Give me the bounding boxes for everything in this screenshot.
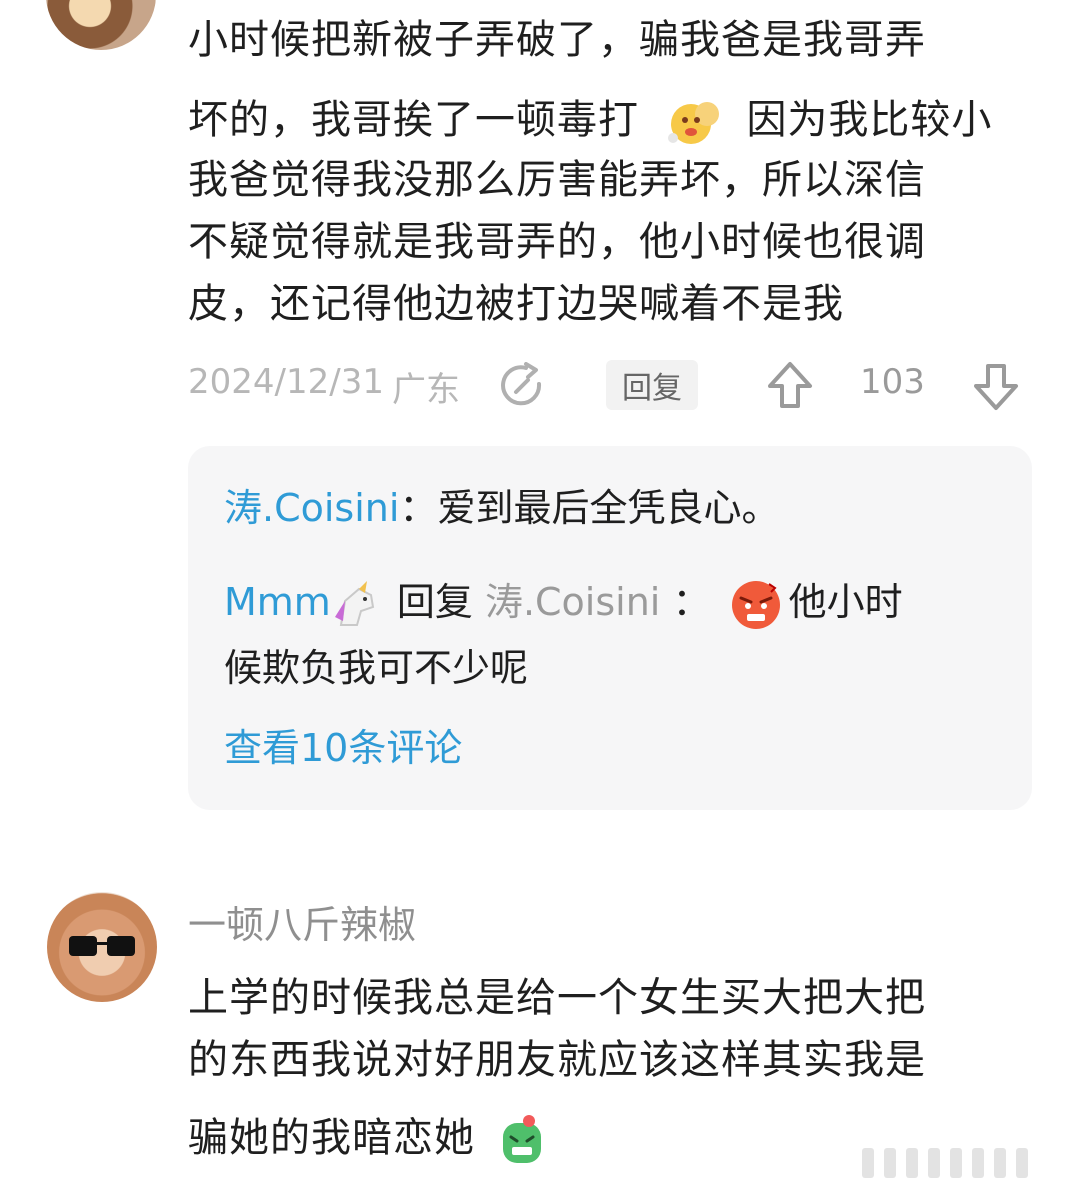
comment-text-line: 皮，还记得他边被打边哭喊着不是我 (188, 281, 844, 327)
like-count: 103 (860, 362, 925, 402)
cactus-emoji-icon (495, 1113, 549, 1167)
comment-text-line: 小时候把新被子弄破了，骗我爸是我哥弄 (188, 17, 926, 63)
comment-text-line: 骗她的我暗恋她 (188, 1108, 549, 1168)
comment-text-segment: 因为我比较小 (746, 97, 993, 143)
reply-text: 爱到最后全凭良心。 (437, 486, 780, 530)
comment-text-segment: 坏的，我哥挨了一顿毒打 (188, 97, 639, 143)
comment-text-line: 不疑觉得就是我哥弄的，他小时候也很调 (188, 219, 926, 265)
view-more-replies-link[interactable]: 查看10条评论 (224, 720, 462, 776)
reply-text: 他小时 (788, 580, 903, 624)
reply-target-username[interactable]: 涛.Coisini (485, 580, 660, 624)
reply-item: 涛.Coisini：爱到最后全凭良心。 (224, 480, 779, 536)
reply-username[interactable]: 涛.Coisini (224, 486, 399, 530)
reply-separator: ： (672, 580, 711, 624)
avatar[interactable] (47, 892, 157, 1002)
comment-text-line: 坏的，我哥挨了一顿毒打 因为我比较小 (188, 90, 992, 150)
reply-item: Mmm 回复 涛.Coisini ： 他小时 (224, 574, 903, 632)
comment-username[interactable]: 一顿八斤辣椒 (188, 894, 416, 949)
unicorn-emoji-icon (331, 580, 383, 629)
watermark-bars (862, 1148, 1028, 1178)
comment-text-line: 我爸觉得我没那么厉害能弄坏，所以深信 (188, 157, 926, 203)
comment-location: 广东 (392, 370, 460, 410)
comment-date: 2024/12/31 (188, 362, 384, 402)
share-icon[interactable] (496, 362, 546, 410)
avatar[interactable] (46, 0, 156, 50)
reply-separator: ： (399, 486, 438, 530)
comment-text-segment: 骗她的我暗恋她 (188, 1115, 475, 1161)
angry-emoji-icon (729, 578, 783, 632)
reply-action: 回复 (396, 580, 473, 624)
reply-text-continued: 候欺负我可不少呢 (224, 646, 529, 690)
reply-button[interactable]: 回复 (606, 360, 698, 410)
comment-text-line: 的东西我说对好朋友就应该这样其实我是 (188, 1037, 926, 1083)
thumb-down-icon[interactable] (972, 362, 1020, 412)
reply-username[interactable]: Mmm (224, 580, 331, 624)
sunglasses-icon (69, 936, 135, 956)
comment-text-line: 上学的时候我总是给一个女生买大把大把 (188, 975, 926, 1021)
doge-emoji-icon (661, 94, 725, 150)
thumb-up-icon[interactable] (766, 360, 814, 410)
replies-box: 涛.Coisini：爱到最后全凭良心。 Mmm 回复 涛.Coisini ： 他… (188, 446, 1032, 810)
